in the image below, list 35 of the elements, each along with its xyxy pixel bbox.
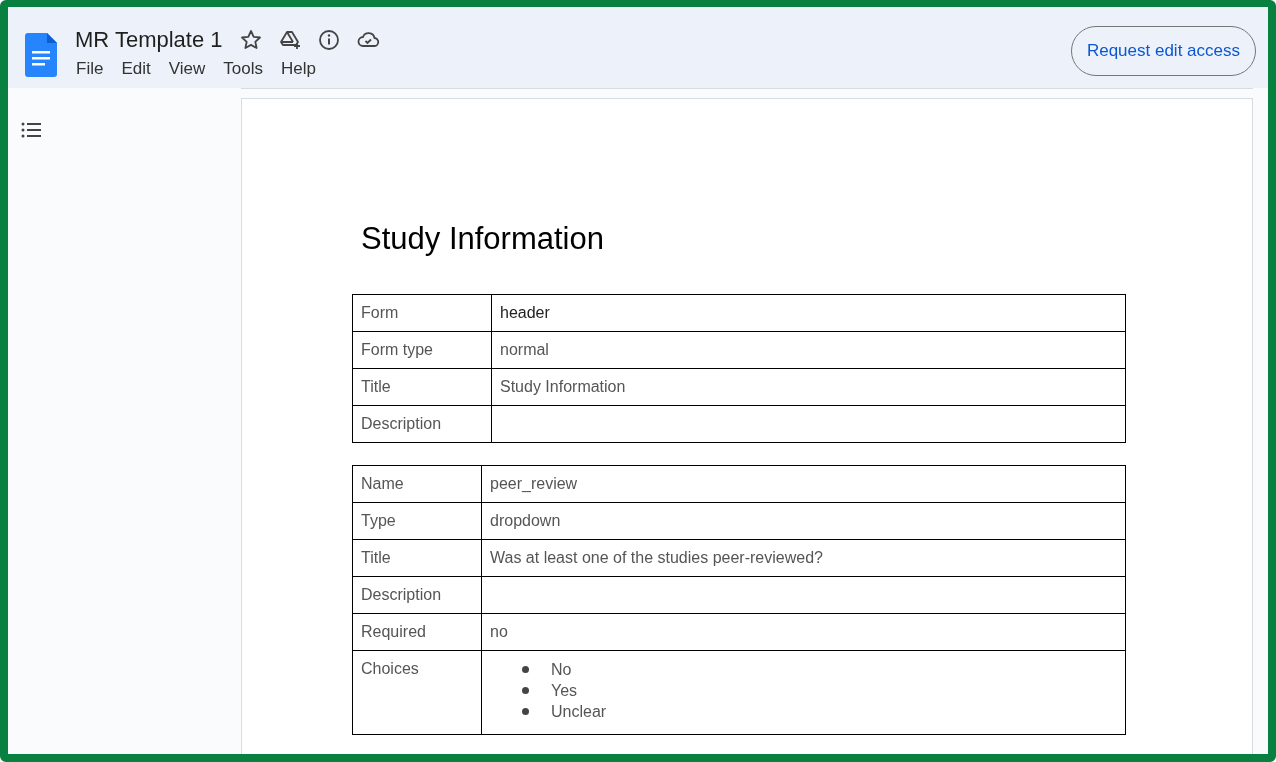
document-title[interactable]: MR Template 1 — [75, 27, 223, 53]
drive-add-icon[interactable] — [277, 28, 302, 52]
table-cell: Description — [352, 405, 492, 443]
table-cell: peer_review — [481, 465, 1126, 503]
bullet-icon — [522, 687, 529, 694]
menu-item[interactable]: View — [167, 59, 207, 79]
request-edit-access-button[interactable]: Request edit access — [1070, 26, 1256, 76]
document-heading: Study Information — [361, 221, 604, 257]
table-cell: no — [481, 613, 1126, 651]
menu-item[interactable]: Help — [279, 59, 317, 79]
table-cell: Name — [352, 465, 482, 503]
list-item: No — [551, 660, 572, 680]
menu-item[interactable]: Edit — [120, 59, 152, 79]
table-cell: dropdown — [481, 502, 1126, 540]
table-cell: Was at least one of the studies peer-reviewed? — [481, 539, 1126, 577]
table-cell: Type — [352, 502, 482, 540]
table-cell: Choices — [352, 650, 482, 735]
table-cell: header — [491, 294, 1126, 332]
star-icon[interactable] — [238, 28, 263, 52]
table-cell: Title — [352, 368, 492, 406]
menu-item[interactable]: File — [75, 59, 105, 79]
bullet-icon — [522, 666, 529, 673]
table-cell: Required — [352, 613, 482, 651]
table-cell: normal — [491, 331, 1126, 369]
bullet-icon — [522, 708, 529, 715]
table-cell: Title — [352, 539, 482, 577]
table-cell: Form — [352, 294, 492, 332]
table-cell: Study Information — [491, 368, 1126, 406]
list-item: Unclear — [551, 702, 607, 722]
docs-logo-icon[interactable] — [25, 33, 57, 77]
table-cell: Form type — [352, 331, 492, 369]
table-cell: Description — [352, 576, 482, 614]
menu-item[interactable]: Tools — [222, 59, 264, 79]
info-icon[interactable] — [316, 28, 341, 52]
list-item: Yes — [551, 681, 578, 701]
